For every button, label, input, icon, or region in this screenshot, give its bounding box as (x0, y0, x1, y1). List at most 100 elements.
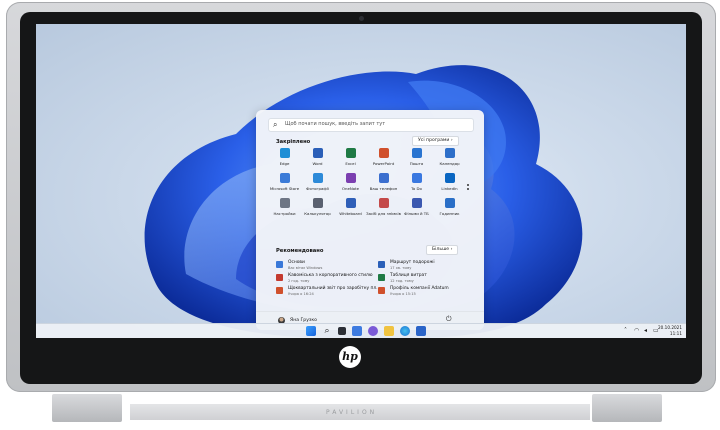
linkedin-icon (444, 173, 455, 183)
pinned-app[interactable]: To Do (400, 171, 433, 196)
pinned-app[interactable]: Word (301, 146, 334, 171)
pinned-app[interactable]: Пошта (400, 146, 433, 171)
all-apps-label: Усі програми (418, 138, 450, 143)
search-icon[interactable]: ⌕ (322, 326, 332, 336)
chat-icon[interactable] (368, 326, 378, 336)
pinned-app[interactable]: Excel (334, 146, 367, 171)
recommended-subtitle: 12 год. тому (390, 278, 414, 283)
edge-icon[interactable] (400, 326, 410, 336)
pinned-app-label: Excel (345, 161, 356, 166)
clock-date: 20.10.2021 (658, 325, 682, 330)
recommended-title: Основи (288, 260, 305, 265)
taskbar-clock[interactable]: 20.10.2021 11:11 (658, 325, 682, 336)
recommended-subtitle: 17 хв. тому (390, 265, 412, 270)
pinned-app-label: PowerPoint (372, 161, 395, 166)
more-label: Більше (432, 247, 450, 252)
powerpoint-icon (378, 148, 389, 158)
pinned-app[interactable]: PowerPoint (367, 146, 400, 171)
pinned-app[interactable]: Фільми й ТБ (400, 196, 433, 221)
pinned-app-label: Пошта (409, 161, 424, 166)
pinned-app-label: Фільми й ТБ (404, 211, 429, 216)
photos-icon (312, 173, 323, 183)
tips-icon (276, 261, 283, 268)
left-hinge (52, 394, 122, 422)
recommended-item[interactable]: Маршрут подорожі 17 хв. тому (378, 260, 476, 273)
screen-bezel: ⌕ Щоб почати пошук, введіть запит тут За… (20, 12, 702, 384)
windows-start-icon[interactable] (306, 326, 316, 336)
pinned-app[interactable]: OneNote (334, 171, 367, 196)
word-icon (312, 148, 323, 158)
recommended-item[interactable]: Щоквартальний звіт про заробітну пл… Учор… (276, 286, 381, 299)
pinned-title: Закріплено (276, 139, 311, 145)
recommended-item[interactable]: Кавоміська з корпоративного стилю 2 год. … (276, 273, 378, 286)
clock-icon (444, 198, 455, 208)
chevron-right-icon: › (450, 247, 453, 252)
store-icon[interactable] (416, 326, 426, 336)
recommended-item[interactable]: Профіль компанії Adatum Учора о 15:15 (378, 286, 476, 299)
calculator-icon (312, 198, 323, 208)
page-dot-icon (467, 188, 469, 190)
recommended-item[interactable]: Основи Вас вітає Windows (276, 260, 378, 273)
pinned-app-label: Ваш телефон (369, 186, 398, 191)
pinned-app[interactable]: Edge (268, 146, 301, 171)
pinned-app[interactable]: Калькулятор (301, 196, 334, 221)
pinned-app-label: Microsoft Store (269, 186, 300, 191)
pinned-app[interactable]: Whiteboard (334, 196, 367, 221)
pdf-icon (276, 274, 283, 281)
start-search-box[interactable]: ⌕ Щоб почати пошук, введіть запит тут (268, 118, 474, 132)
pinned-app-label: Калькулятор (304, 211, 331, 216)
pinned-app-label: Whiteboard (339, 211, 362, 216)
ppt-doc-icon (276, 287, 283, 294)
pinned-app-label: Настройки (273, 211, 296, 216)
file-explorer-icon[interactable] (384, 326, 394, 336)
snipping-tool-icon (378, 198, 389, 208)
chevron-up-icon[interactable]: ˄ (624, 327, 627, 334)
webcam (359, 16, 364, 21)
movies-tv-icon (411, 198, 422, 208)
more-button[interactable]: Більше › (426, 245, 459, 255)
calendar-icon (444, 148, 455, 158)
recommended-item[interactable]: Таблиця витрат 12 год. тому (378, 273, 476, 286)
recommended-title: Профіль компанії Adatum (390, 286, 449, 291)
mail-icon (411, 148, 422, 158)
search-placeholder: Щоб почати пошук, введіть запит тут (285, 121, 386, 127)
recommended-title: Рекомендовано (276, 248, 324, 254)
widgets-icon[interactable] (352, 326, 362, 336)
recommended-subtitle: Учора о 15:15 (390, 291, 416, 296)
pinned-app-label: To Do (411, 186, 422, 191)
clock-time: 11:11 (669, 330, 682, 336)
all-apps-button[interactable]: Усі програми › (412, 136, 459, 146)
taskbar: ⌕ ˄ ◠ ◂ ▭ 20.10.2021 11:11 (36, 323, 686, 338)
edge-icon (279, 148, 290, 158)
page-dot-icon (467, 184, 469, 186)
page-indicator[interactable] (467, 184, 469, 192)
task-view-icon[interactable] (338, 327, 346, 335)
pinned-app[interactable]: Фотографії (301, 171, 334, 196)
pinned-app[interactable]: Ваш телефон (367, 171, 400, 196)
pinned-app-label: Календар (439, 161, 460, 166)
pinned-app-label: Годинник (439, 211, 460, 216)
speaker-icon[interactable]: ◂ (644, 327, 647, 334)
excel-doc-icon (378, 274, 385, 281)
wifi-icon[interactable]: ◠ (634, 327, 639, 334)
chevron-right-icon: › (450, 138, 453, 143)
phone-icon (378, 173, 389, 183)
pinned-app-label: LinkedIn (441, 186, 458, 191)
recommended-list: Основи Вас вітає Windows Маршрут подорожі 1… (276, 260, 476, 299)
pinned-app[interactable]: LinkedIn (433, 171, 466, 196)
recommended-title: Маршрут подорожі (390, 260, 435, 265)
pinned-app[interactable]: Настройки (268, 196, 301, 221)
right-hinge (592, 394, 662, 422)
excel-icon (345, 148, 356, 158)
pinned-app-label: OneNote (341, 186, 360, 191)
pinned-app[interactable]: Календар (433, 146, 466, 171)
desktop-screen: ⌕ Щоб почати пошук, введіть запит тут За… (36, 24, 686, 338)
recommended-subtitle: Учора о 16:24 (288, 291, 314, 296)
pinned-app[interactable]: Годинник (433, 196, 466, 221)
recommended-subtitle: Вас вітає Windows (288, 265, 323, 270)
onenote-icon (345, 173, 356, 183)
recommended-title: Кавоміська з корпоративного стилю (288, 273, 373, 278)
pinned-app[interactable]: Microsoft Store (268, 171, 301, 196)
pinned-app[interactable]: Засіб для знімків (366, 196, 401, 221)
start-menu: ⌕ Щоб почати пошук, введіть запит тут За… (256, 110, 484, 330)
